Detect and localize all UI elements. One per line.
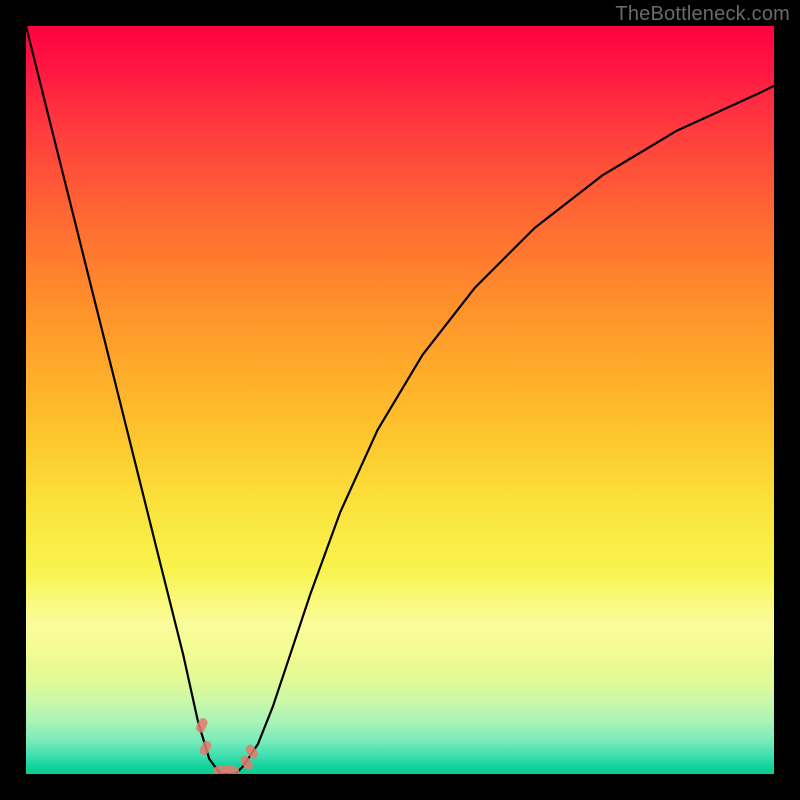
chart-frame: TheBottleneck.com bbox=[0, 0, 800, 800]
plot-area bbox=[26, 26, 774, 774]
bottleneck-curve bbox=[26, 26, 774, 774]
watermark-text: TheBottleneck.com bbox=[615, 3, 790, 26]
data-marker bbox=[198, 739, 212, 756]
data-marker bbox=[224, 765, 240, 774]
curve-layer bbox=[26, 26, 774, 774]
